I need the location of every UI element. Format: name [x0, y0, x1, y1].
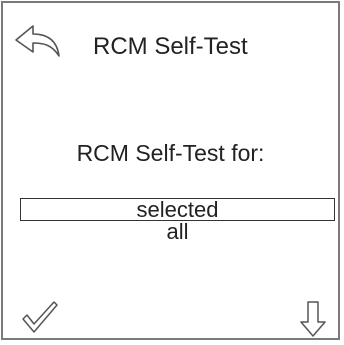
- checkmark-icon: [22, 301, 58, 333]
- prompt-text: RCM Self-Test for:: [76, 140, 265, 166]
- back-arrow-icon: [15, 25, 60, 57]
- option-list: selected all: [20, 198, 335, 244]
- option-selected[interactable]: selected: [20, 198, 335, 221]
- device-screen: RCM Self-Test RCM Self-Test for: selecte…: [1, 1, 340, 340]
- back-button[interactable]: [14, 23, 62, 61]
- confirm-button[interactable]: [21, 300, 59, 336]
- scroll-down-button[interactable]: [299, 300, 327, 338]
- screen-title: RCM Self-Test: [93, 33, 248, 60]
- option-all[interactable]: all: [20, 221, 335, 244]
- arrow-down-icon: [300, 301, 326, 337]
